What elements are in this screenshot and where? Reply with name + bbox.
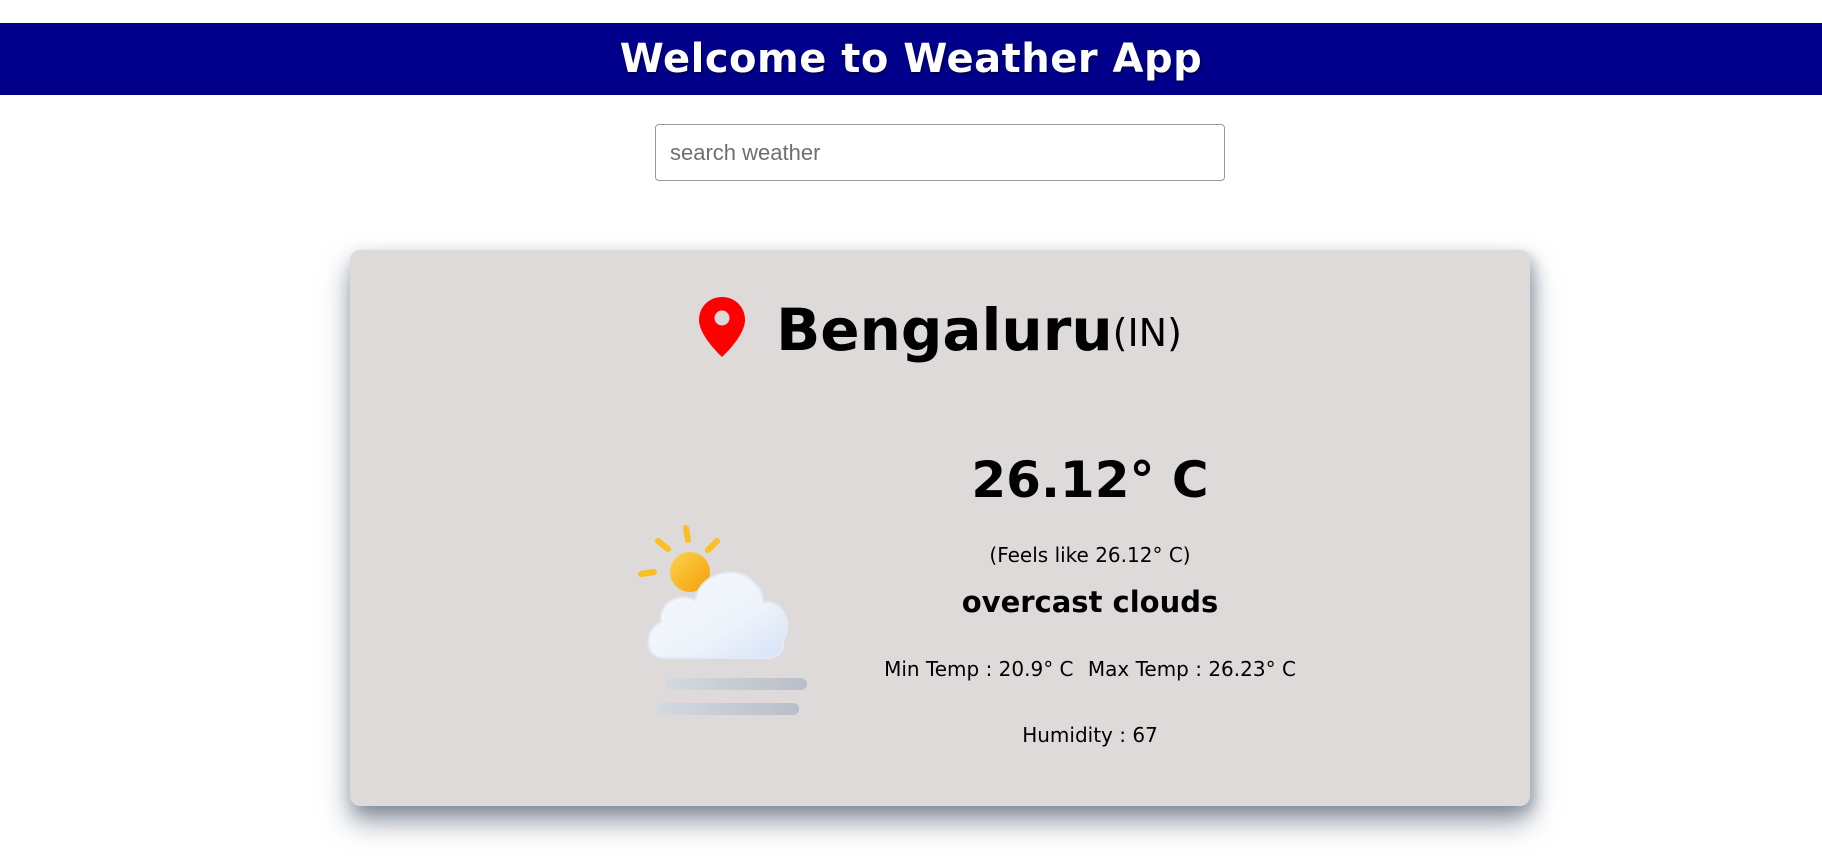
app-title: Welcome to Weather App	[619, 36, 1203, 82]
feels-like: (Feels like 26.12° C)	[989, 543, 1191, 567]
weather-description: overcast clouds	[961, 585, 1219, 619]
min-max-temp: Min Temp : 20.9° C Max Temp : 26.23° C	[850, 654, 1330, 684]
humidity: Humidity : 67	[1022, 723, 1158, 747]
partly-cloudy-fog-icon	[638, 525, 807, 715]
weather-card: Bengaluru (IN) 26.12° C (Feels like 26.1…	[350, 250, 1530, 806]
max-temp: Max Temp : 26.23° C	[1087, 657, 1296, 681]
min-temp: Min Temp : 20.9° C	[884, 657, 1074, 681]
app-header: Welcome to Weather App	[0, 23, 1822, 95]
country-code: (IN)	[1112, 311, 1182, 355]
location-heading: Bengaluru (IN)	[350, 290, 1530, 370]
city-name: Bengaluru	[776, 296, 1113, 364]
search-input[interactable]	[655, 124, 1225, 181]
weather-details: 26.12° C (Feels like 26.12° C) overcast …	[850, 440, 1330, 750]
temperature: 26.12° C	[971, 451, 1209, 509]
location-pin-icon	[699, 297, 746, 357]
